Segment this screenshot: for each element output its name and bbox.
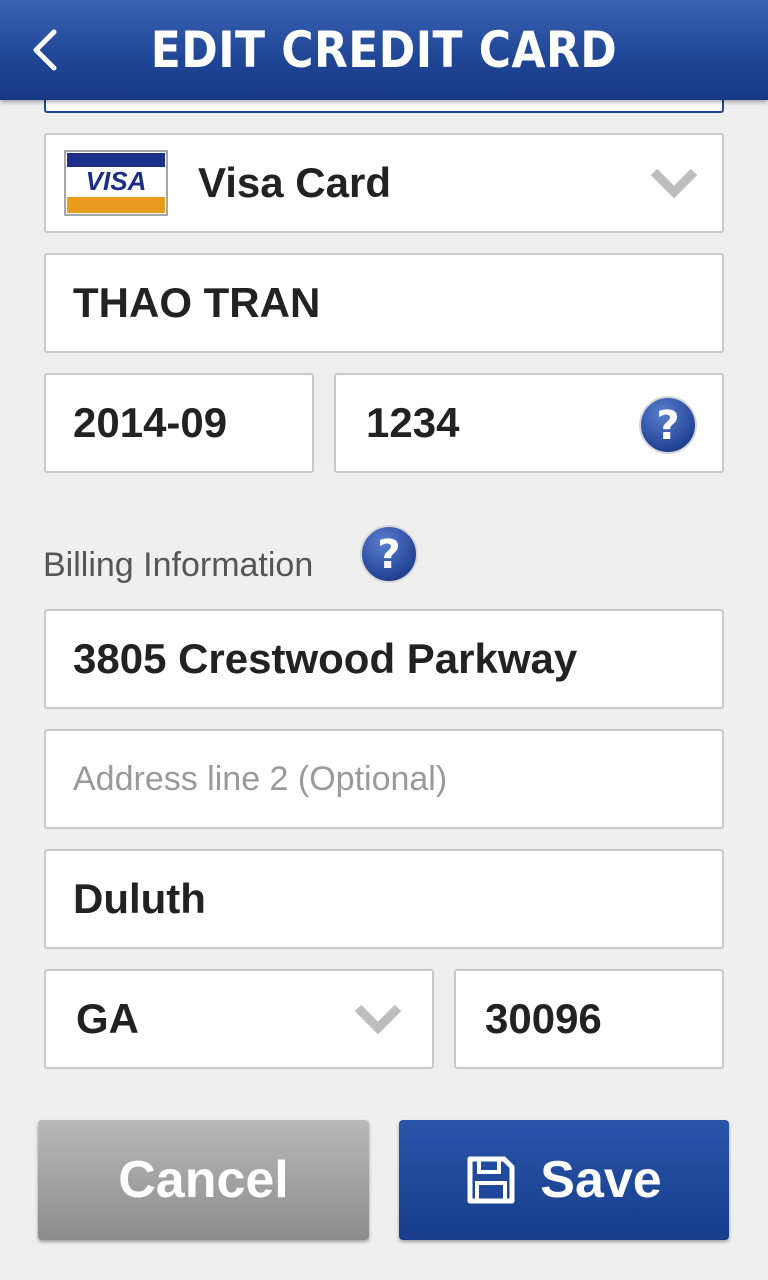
city-field[interactable]: Duluth bbox=[44, 849, 724, 949]
svg-text:?: ? bbox=[377, 532, 400, 578]
page-title: EDIT CREDIT CARD bbox=[150, 21, 618, 79]
city-value: Duluth bbox=[73, 875, 206, 922]
zip-value: 30096 bbox=[485, 995, 602, 1042]
svg-text:?: ? bbox=[656, 403, 679, 449]
card-type-select[interactable]: VISA Visa Card bbox=[44, 133, 724, 233]
zip-field[interactable]: 30096 bbox=[454, 969, 724, 1069]
save-button[interactable]: Save bbox=[399, 1120, 729, 1240]
cardholder-name-field[interactable]: THAO TRAN bbox=[44, 253, 724, 353]
app-header: EDIT CREDIT CARD bbox=[0, 0, 768, 100]
state-select[interactable]: GA bbox=[44, 969, 434, 1069]
address-line-1-value: 3805 Crestwood Parkway bbox=[73, 635, 578, 682]
save-button-label: Save bbox=[540, 1151, 662, 1209]
cvv-value: 1234 bbox=[366, 399, 460, 446]
expiry-field[interactable]: 2014-09 bbox=[44, 373, 314, 473]
cancel-button-label: Cancel bbox=[118, 1151, 289, 1209]
chevron-down-icon bbox=[354, 1004, 402, 1034]
expiry-value: 2014-09 bbox=[73, 399, 228, 446]
visa-logo-text: VISA bbox=[86, 166, 147, 196]
address-line-2-field[interactable]: Address line 2 (Optional) bbox=[44, 729, 724, 829]
card-type-label: Visa Card bbox=[198, 159, 391, 206]
billing-help-icon[interactable]: ? bbox=[359, 524, 419, 584]
state-value: GA bbox=[76, 995, 139, 1042]
visa-logo-icon: VISA bbox=[64, 150, 168, 216]
billing-information-label: Billing Information bbox=[43, 546, 314, 584]
chevron-down-icon bbox=[650, 168, 698, 198]
cancel-button[interactable]: Cancel bbox=[38, 1120, 369, 1240]
cvv-field[interactable]: 1234 ? bbox=[334, 373, 724, 473]
address-line-2-placeholder: Address line 2 (Optional) bbox=[73, 759, 448, 798]
help-icon[interactable]: ? bbox=[638, 395, 698, 455]
floppy-disk-icon bbox=[467, 1156, 515, 1204]
address-line-1-field[interactable]: 3805 Crestwood Parkway bbox=[44, 609, 724, 709]
cardholder-name-value: THAO TRAN bbox=[73, 279, 321, 326]
